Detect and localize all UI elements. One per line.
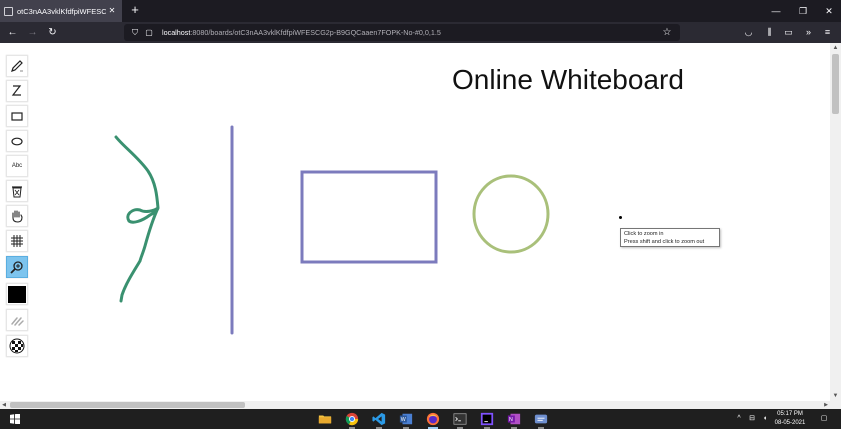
- ellipse-tool[interactable]: [6, 130, 28, 152]
- navigation-bar: ← → ↻ ⛉ ▢ localhost:8080/boards/otC3nAA3…: [0, 22, 841, 43]
- file-explorer-icon[interactable]: [317, 411, 333, 427]
- svg-text:W: W: [401, 417, 406, 423]
- pocket-icon[interactable]: ◡: [741, 25, 756, 40]
- zoom-tooltip: Click to zoom in Press shift and click t…: [620, 228, 720, 247]
- eraser-tool[interactable]: [6, 180, 28, 202]
- color-tool[interactable]: [6, 283, 28, 305]
- notifications-icon[interactable]: ▢: [818, 412, 830, 426]
- scroll-right-icon[interactable]: ▶: [822, 401, 830, 409]
- zoom-tool[interactable]: [6, 256, 28, 278]
- horizontal-scroll-thumb[interactable]: [10, 402, 245, 408]
- ellipse-icon: [11, 137, 23, 146]
- rectangle-shape: [300, 170, 438, 264]
- vertical-scroll-thumb[interactable]: [832, 54, 839, 114]
- rectangle-tool[interactable]: [6, 105, 28, 127]
- browser-tab[interactable]: otC3nAA3vklKfdfpiWFESCG2p- ✕: [0, 0, 122, 22]
- sidebar-icon[interactable]: ▭: [781, 25, 796, 40]
- circle-shape: [472, 174, 550, 254]
- scroll-up-icon[interactable]: ▲: [830, 43, 841, 53]
- pencil-icon: [11, 60, 23, 72]
- vscode-icon[interactable]: [371, 411, 387, 429]
- firefox-icon[interactable]: [425, 411, 441, 429]
- scrollbar-corner: [830, 401, 841, 409]
- page-info-icon[interactable]: ▢: [142, 26, 156, 40]
- hand-icon: [12, 210, 23, 223]
- rectangle-icon: [11, 112, 23, 121]
- text-tool[interactable]: Abc: [6, 155, 28, 177]
- chrome-icon[interactable]: [344, 411, 360, 429]
- zoom-icon: [10, 261, 23, 274]
- text-icon: Abc: [11, 163, 23, 169]
- close-tab-icon[interactable]: ✕: [106, 5, 118, 17]
- terminal-icon[interactable]: [452, 411, 468, 429]
- chat-app-icon[interactable]: [533, 411, 549, 429]
- reload-button[interactable]: ↻: [45, 25, 60, 40]
- tab-title: otC3nAA3vklKfdfpiWFESCG2p-: [17, 6, 106, 16]
- bookmark-star-icon[interactable]: ☆: [660, 26, 674, 40]
- freehand-stroke: [114, 135, 160, 303]
- board-title: Online Whiteboard: [452, 64, 684, 95]
- menu-icon[interactable]: ≡: [820, 25, 835, 40]
- checker-icon: [9, 338, 25, 354]
- screen: otC3nAA3vklKfdfpiWFESCG2p- ✕ + — ❐ ✕ ← →…: [0, 0, 841, 429]
- grid-icon: [11, 235, 23, 247]
- horizontal-scrollbar[interactable]: ◀ ▶: [0, 401, 830, 409]
- hand-tool[interactable]: [6, 205, 28, 227]
- shield-icon[interactable]: ⛉: [128, 26, 142, 40]
- opacity-tool[interactable]: [6, 335, 28, 357]
- overflow-chevron-icon[interactable]: »: [801, 25, 816, 40]
- windows-start-icon[interactable]: [7, 411, 23, 427]
- page-icon: [4, 6, 13, 16]
- url-text[interactable]: localhost:8080/boards/otC3nAA3vklKfdfpiW…: [162, 28, 660, 37]
- clock-time: 05:17 PM: [777, 411, 803, 417]
- back-button[interactable]: ←: [5, 25, 20, 40]
- restore-icon[interactable]: ❐: [791, 0, 815, 22]
- show-hidden-icons-chevron-icon[interactable]: ^: [733, 412, 745, 426]
- vertical-scrollbar[interactable]: ▲ ▼: [830, 43, 841, 401]
- word-icon[interactable]: W: [398, 411, 414, 429]
- size-tool[interactable]: [6, 309, 28, 331]
- minimize-icon[interactable]: —: [764, 0, 788, 22]
- url-bar[interactable]: ⛉ ▢ localhost:8080/boards/otC3nAA3vklKfd…: [124, 24, 680, 41]
- line-tool[interactable]: [6, 80, 28, 102]
- forward-button[interactable]: →: [25, 25, 40, 40]
- scroll-left-icon[interactable]: ◀: [0, 401, 8, 409]
- close-window-icon[interactable]: ✕: [817, 0, 841, 22]
- pencil-tool[interactable]: [6, 55, 28, 77]
- jetbrains-icon[interactable]: [479, 411, 495, 429]
- network-icon[interactable]: ⊟: [746, 412, 758, 426]
- tooltip-line-1: Click to zoom in: [624, 231, 664, 237]
- line-icon: [11, 85, 22, 96]
- scroll-down-icon[interactable]: ▼: [830, 391, 841, 401]
- windows-taskbar: W N ^ ⊟ ◖ 05:17 PM 08-05-2021 ▢: [0, 409, 841, 429]
- browser-tab-strip: otC3nAA3vklKfdfpiWFESCG2p- ✕ + — ❐ ✕: [0, 0, 841, 22]
- size-icon: [11, 317, 24, 326]
- library-icon[interactable]: ⫼: [762, 25, 777, 40]
- eraser-icon: [12, 186, 22, 198]
- zoom-cursor: [619, 216, 622, 219]
- grid-tool[interactable]: [6, 230, 28, 252]
- onenote-icon[interactable]: N: [506, 411, 522, 429]
- new-tab-button[interactable]: +: [128, 3, 142, 17]
- taskbar-clock[interactable]: 05:17 PM 08-05-2021: [768, 410, 812, 428]
- whiteboard-page: Online Whiteboard Abc Click to zoom in P…: [0, 43, 841, 409]
- color-swatch-icon: [8, 285, 26, 303]
- clock-date: 08-05-2021: [774, 420, 806, 426]
- tooltip-line-2: Press shift and click to zoom out: [624, 239, 705, 245]
- svg-text:N: N: [509, 417, 513, 423]
- drawing-canvas[interactable]: [0, 43, 826, 401]
